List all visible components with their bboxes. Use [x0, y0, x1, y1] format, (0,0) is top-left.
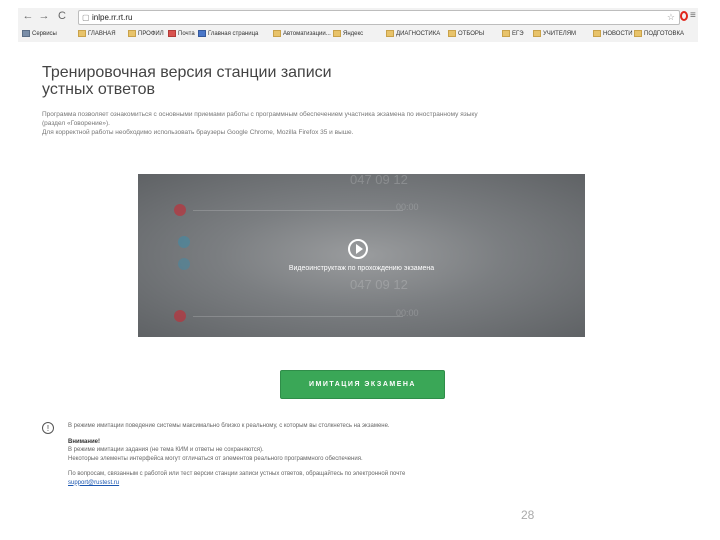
notice-line-2: В режиме имитации задания (не тема КИМ и… [68, 447, 264, 453]
menu-icon[interactable]: ≡ [690, 10, 696, 21]
folder-icon [78, 29, 86, 37]
folder-icon [533, 29, 541, 37]
video-ghost-dot [174, 310, 186, 322]
video-ghost-number: 047 09 12 [350, 174, 408, 187]
bookmark-label: ПРОФИЛ [138, 31, 164, 37]
bookmark-item[interactable]: Сервисы [22, 27, 57, 41]
support-email-link[interactable]: support@rustest.ru [68, 480, 119, 486]
bookmark-item[interactable]: ОТБОРЫ [448, 27, 484, 41]
bookmark-label: Сервисы [32, 31, 57, 37]
bookmark-item[interactable]: ДИАГНОСТИКА [386, 27, 440, 41]
bookmark-item[interactable]: ЕГЭ [502, 27, 524, 41]
opera-icon[interactable] [680, 11, 688, 21]
page-icon: ▢ [82, 13, 90, 22]
video-ghost-dot [174, 204, 186, 216]
reload-icon[interactable]: C [56, 10, 68, 22]
play-icon[interactable] [348, 239, 368, 259]
notice-line-4: По вопросам, связанным с работой или тес… [68, 471, 406, 477]
folder-icon [593, 29, 601, 37]
slide-number: 28 [521, 508, 535, 522]
address-text: inlpe.rr.rt.ru [92, 13, 133, 22]
folder-icon [128, 29, 136, 37]
notice-attention: Внимание! [68, 438, 100, 445]
bookmark-label: Яндекс [343, 31, 364, 37]
folder-icon [273, 29, 281, 37]
notice-line-3: Некоторые элементы интерфейса могут отли… [68, 455, 363, 462]
bookmark-item[interactable]: Главная страница [198, 27, 258, 41]
notice-line-1: В режиме имитации поведение системы макс… [68, 423, 390, 429]
info-icon: ! [42, 422, 54, 434]
bookmark-star-icon[interactable]: ☆ [667, 11, 675, 24]
description-line-1: Программа позволяет ознакомиться с основ… [42, 111, 478, 127]
video-ghost-number: 00:00 [396, 308, 419, 318]
video-player[interactable]: 047 09 12 00:00 047 09 12 00:00 Видеоинс… [138, 174, 585, 337]
video-ghost-line [193, 210, 403, 211]
bookmark-label: Автоматизации... [283, 31, 331, 37]
page-description: Программа позволяет ознакомиться с основ… [42, 110, 482, 137]
bookmark-item[interactable]: ПРОФИЛ [128, 27, 164, 41]
description-line-2: Для корректной работы необходимо использ… [42, 129, 354, 136]
bookmark-item[interactable]: Яндекс [333, 27, 363, 41]
bookmark-label: ГЛАВНАЯ [88, 31, 116, 37]
bookmark-label: ОТБОРЫ [458, 31, 485, 37]
bookmark-label: Почта [178, 31, 195, 37]
video-caption: Видеоинструктаж по прохождению экзамена [288, 265, 435, 272]
exam-simulation-button[interactable]: ИМИТАЦИЯ ЭКЗАМЕНА [280, 370, 445, 399]
site-icon [168, 29, 176, 37]
video-ghost-number: 047 09 12 [350, 277, 408, 292]
bookmark-item[interactable]: ПОДГОТОВКА [634, 27, 684, 41]
page-title: Тренировочная версия станции записи устн… [42, 64, 332, 98]
bookmarks-bar: Сервисы ГЛАВНАЯ ПРОФИЛ Почта Главная страниц… [18, 27, 698, 41]
back-arrow-icon[interactable]: ← [22, 10, 34, 22]
address-bar[interactable]: ▢ inlpe.rr.rt.ru ☆ [78, 10, 680, 25]
video-ghost-number: 00:00 [396, 202, 419, 212]
folder-icon [502, 29, 510, 37]
bookmark-label: УЧИТЕЛЯМ [543, 31, 577, 37]
apps-icon [22, 29, 30, 37]
bookmark-label: НОВОСТИ [603, 31, 633, 37]
bookmark-item[interactable]: Почта [168, 27, 195, 41]
bookmark-label: ДИАГНОСТИКА [396, 31, 441, 37]
site-icon [198, 29, 206, 37]
page-content: Тренировочная версия станции записи устн… [18, 42, 698, 512]
bookmark-label: ПОДГОТОВКА [644, 31, 685, 37]
bookmark-label: Главная страница [208, 31, 259, 37]
bookmark-item[interactable]: Автоматизации... [273, 27, 331, 41]
forward-arrow-icon[interactable]: → [38, 10, 50, 22]
folder-icon [634, 29, 642, 37]
bookmark-item[interactable]: ГЛАВНАЯ [78, 27, 116, 41]
folder-icon [386, 29, 394, 37]
folder-icon [333, 29, 341, 37]
bookmark-item[interactable]: НОВОСТИ [593, 27, 633, 41]
browser-chrome: ← → C ▢ inlpe.rr.rt.ru ☆ ≡ Сервисы ГЛАВНА… [18, 8, 698, 43]
browser-toolbar: ← → C ▢ inlpe.rr.rt.ru ☆ ≡ [18, 8, 698, 26]
video-ghost-dot [178, 236, 190, 248]
notice-text: В режиме имитации поведение системы макс… [68, 422, 668, 487]
bookmark-label: ЕГЭ [512, 31, 524, 37]
folder-icon [448, 29, 456, 37]
video-ghost-line [193, 316, 403, 317]
bookmark-item[interactable]: УЧИТЕЛЯМ [533, 27, 576, 41]
